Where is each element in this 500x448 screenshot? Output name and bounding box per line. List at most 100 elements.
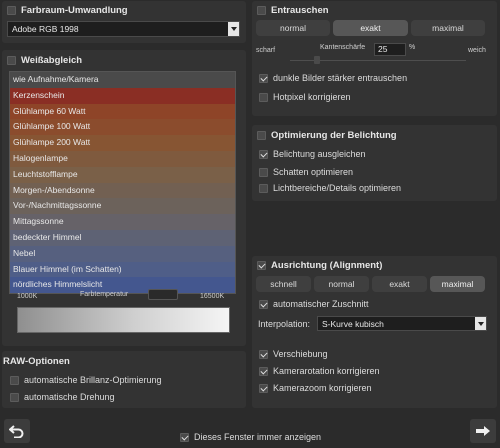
belichtung-opt2-label: Schatten optimieren xyxy=(273,167,354,177)
temp-min-label: 1000K xyxy=(17,293,38,300)
belichtung-header: Optimierung der Belichtung xyxy=(257,130,397,141)
hotpixel-checkbox[interactable] xyxy=(259,92,268,102)
chevron-down-icon[interactable] xyxy=(475,317,486,330)
belichtung-title: Optimierung der Belichtung xyxy=(271,130,397,141)
ausrichtung-panel: Ausrichtung (Alignment) schnell normal e… xyxy=(252,256,497,408)
interpolation-selected: S-Kurve kubisch xyxy=(322,318,384,329)
entrauschen-mode-normal[interactable]: normal xyxy=(256,20,330,36)
kanten-slider-handle[interactable] xyxy=(314,56,320,64)
list-item-wb-12[interactable]: Blauer Himmel (im Schatten) xyxy=(10,261,235,278)
raw-opt1-row[interactable]: automatische Brillanz-Optimierung xyxy=(10,375,162,385)
list-item-wb-1[interactable]: Kerzenschein xyxy=(10,87,235,104)
lichtbereiche-checkbox[interactable] xyxy=(259,183,268,193)
list-item-wb-3[interactable]: Glühlampe 100 Watt xyxy=(10,119,235,136)
show-always-row[interactable]: Dieses Fenster immer anzeigen xyxy=(180,432,321,442)
entrauschen-kanten-input[interactable]: 25 xyxy=(374,43,406,56)
entrauschen-opt2-row[interactable]: Hotpixel korrigieren xyxy=(259,92,351,102)
entrauschen-scharf-label: scharf xyxy=(256,47,276,54)
kamerarotation-checkbox[interactable] xyxy=(259,366,268,376)
list-item-wb-11[interactable]: Nebel xyxy=(10,245,235,262)
entrauschen-checkbox[interactable] xyxy=(257,6,266,15)
ausrichtung-opt1-label: Verschiebung xyxy=(273,349,328,359)
farbraum-header: Farbraum-Umwandlung xyxy=(7,5,128,16)
show-always-label: Dieses Fenster immer anzeigen xyxy=(194,432,322,442)
list-item-wb-9[interactable]: Mittagssonne xyxy=(10,214,235,230)
temp-max-label: 16500K xyxy=(200,293,225,300)
ausrichtung-checkbox[interactable] xyxy=(257,261,266,270)
entrauschen-header: Entrauschen xyxy=(257,5,329,16)
list-item-wb-4[interactable]: Glühlampe 200 Watt xyxy=(10,135,235,151)
farbraum-title: Farbraum-Umwandlung xyxy=(21,5,128,16)
entrauschen-panel: Entrauschen normal exakt maximal scharf … xyxy=(252,1,497,116)
list-item-wb-0[interactable]: wie Aufnahme/Kamera xyxy=(10,72,235,88)
chevron-down-icon[interactable] xyxy=(228,22,239,36)
entrauschen-kanten-label: Kantenschärfe xyxy=(320,44,366,51)
entrauschen-opt1-label: dunkle Bilder stärker entrauschen xyxy=(273,73,408,83)
temp-value-field[interactable] xyxy=(148,289,178,300)
farbraum-checkbox[interactable] xyxy=(7,6,16,15)
entrauschen-title: Entrauschen xyxy=(271,5,329,16)
ausrichtung-opt3-label: Kamerazoom korrigieren xyxy=(273,383,372,393)
ausrichtung-opt2-row[interactable]: Kamerarotation korrigieren xyxy=(259,366,380,376)
raw-title: RAW-Optionen xyxy=(3,356,70,367)
weissabgleich-header: Weißabgleich xyxy=(7,55,82,66)
ausrichtung-mode-schnell[interactable]: schnell xyxy=(256,276,311,292)
entrauschen-opt1-row[interactable]: dunkle Bilder stärker entrauschen xyxy=(259,73,407,83)
ausrichtung-opt2-label: Kamerarotation korrigieren xyxy=(273,366,380,376)
belichtung-opt1-row[interactable]: Belichtung ausgleichen xyxy=(259,149,366,159)
entrauschen-mode-exakt[interactable]: exakt xyxy=(333,20,408,36)
list-item-wb-2[interactable]: Glühlampe 60 Watt xyxy=(10,103,235,120)
next-button[interactable] xyxy=(470,419,496,443)
raw-opt1-label: automatische Brillanz-Optimierung xyxy=(24,375,162,385)
belichtung-opt3-row[interactable]: Lichtbereiche/Details optimieren xyxy=(259,183,401,193)
kamerazoom-checkbox[interactable] xyxy=(259,383,268,393)
verschiebung-checkbox[interactable] xyxy=(259,349,268,359)
belichtung-panel: Optimierung der Belichtung Belichtung au… xyxy=(252,125,497,201)
raw-panel: RAW-Optionen automatische Brillanz-Optim… xyxy=(2,351,246,408)
interpolation-label: Interpolation: xyxy=(258,319,311,329)
belichtung-opt3-label: Lichtbereiche/Details optimieren xyxy=(273,183,402,193)
dunkle-bilder-checkbox[interactable] xyxy=(259,73,268,83)
raw-brillanz-checkbox[interactable] xyxy=(10,375,19,385)
list-item-wb-8[interactable]: Vor-/Nachmittagssonne xyxy=(10,198,235,215)
interpolation-select[interactable]: S-Kurve kubisch xyxy=(317,316,487,331)
temp-gradient-slider[interactable] xyxy=(17,307,230,333)
raw-opt2-label: automatische Drehung xyxy=(24,392,115,402)
list-item-wb-7[interactable]: Morgen-/Abendsonne xyxy=(10,182,235,199)
weissabgleich-checkbox[interactable] xyxy=(7,56,16,65)
ausrichtung-mode-group: schnell normal exakt maximal xyxy=(256,276,485,292)
entrauschen-opt2-label: Hotpixel korrigieren xyxy=(273,92,351,102)
zuschnitt-row[interactable]: automatischer Zuschnitt xyxy=(259,299,369,309)
weissabgleich-list: wie Aufnahme/Kamera Kerzenschein Glühlam… xyxy=(9,71,236,295)
ausrichtung-mode-maximal[interactable]: maximal xyxy=(430,276,485,292)
entrauschen-kanten-unit: % xyxy=(409,44,416,51)
raw-drehung-checkbox[interactable] xyxy=(10,392,19,402)
weissabgleich-title: Weißabgleich xyxy=(21,55,83,66)
temp-label: Farbtemperatur xyxy=(80,291,129,298)
ausrichtung-mode-exakt[interactable]: exakt xyxy=(372,276,427,292)
ausrichtung-title: Ausrichtung (Alignment) xyxy=(271,260,383,271)
list-item-wb-10[interactable]: bedeckter Himmel xyxy=(10,229,235,246)
raw-opt2-row[interactable]: automatische Drehung xyxy=(10,392,115,402)
show-always-checkbox[interactable] xyxy=(180,432,189,442)
belichtung-checkbox[interactable] xyxy=(257,131,266,140)
ausrichtung-mode-normal[interactable]: normal xyxy=(314,276,369,292)
back-button[interactable] xyxy=(4,419,30,443)
list-item-wb-5[interactable]: Halogenlampe xyxy=(10,150,235,167)
entrauschen-mode-maximal[interactable]: maximal xyxy=(411,20,485,36)
entrauschen-mode-group: normal exakt maximal xyxy=(256,20,485,36)
ausrichtung-opt1-row[interactable]: Verschiebung xyxy=(259,349,328,359)
entrauschen-weich-label: weich xyxy=(468,47,486,54)
ausrichtung-opt3-row[interactable]: Kamerazoom korrigieren xyxy=(259,383,372,393)
belichtung-ausgleichen-checkbox[interactable] xyxy=(259,149,268,159)
farbraum-selected: Adobe RGB 1998 xyxy=(12,24,79,34)
farbraum-select[interactable]: Adobe RGB 1998 xyxy=(7,21,240,37)
arrow-right-icon xyxy=(476,426,490,436)
belichtung-opt2-row[interactable]: Schatten optimieren xyxy=(259,167,353,177)
ausrichtung-header: Ausrichtung (Alignment) xyxy=(257,260,382,271)
zuschnitt-label: automatischer Zuschnitt xyxy=(273,299,369,309)
schatten-checkbox[interactable] xyxy=(259,167,268,177)
list-item-wb-6[interactable]: Leuchtstofflampe xyxy=(10,166,235,183)
zuschnitt-checkbox[interactable] xyxy=(259,299,268,309)
farbraum-panel: Farbraum-Umwandlung Adobe RGB 1998 xyxy=(2,1,246,43)
